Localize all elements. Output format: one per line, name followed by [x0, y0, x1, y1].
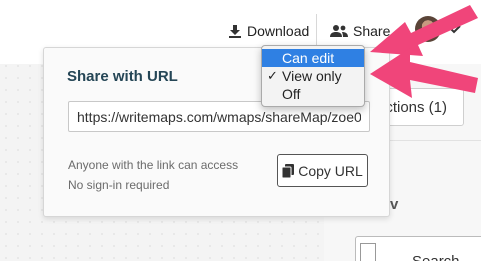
- avatar[interactable]: [415, 16, 441, 42]
- sign-in-note: No sign-in required: [68, 178, 170, 192]
- share-panel-title: Share with URL: [67, 68, 178, 85]
- document-icon: [360, 243, 376, 261]
- share-users-icon: [330, 25, 348, 37]
- share-label: Share: [353, 23, 391, 39]
- download-button[interactable]: Download: [228, 20, 309, 42]
- menu-option-off[interactable]: Off: [262, 85, 364, 103]
- download-icon: [229, 25, 241, 38]
- copy-url-button[interactable]: Copy URL: [277, 154, 368, 187]
- section-heading-fragment: v: [390, 196, 399, 213]
- copy-url-label: Copy URL: [298, 162, 363, 179]
- permission-dropdown-menu: Can edit ✓ View only Off: [261, 45, 365, 107]
- menu-option-label: Can edit: [282, 50, 335, 66]
- menu-option-view-only[interactable]: ✓ View only: [262, 67, 364, 85]
- menu-option-label: Off: [282, 86, 301, 102]
- check-icon: ✓: [267, 68, 278, 83]
- download-label: Download: [247, 23, 310, 39]
- menu-option-can-edit[interactable]: Can edit: [262, 49, 364, 67]
- clipboard-icon: [282, 163, 295, 178]
- toolbar-divider: [316, 14, 317, 48]
- search-label: Search: [412, 253, 460, 261]
- actions-label: ctions (1): [385, 98, 447, 116]
- menu-option-label: View only: [282, 68, 342, 84]
- share-button[interactable]: Share: [330, 20, 390, 42]
- chevron-down-icon[interactable]: [447, 24, 461, 34]
- access-note: Anyone with the link can access: [68, 158, 239, 172]
